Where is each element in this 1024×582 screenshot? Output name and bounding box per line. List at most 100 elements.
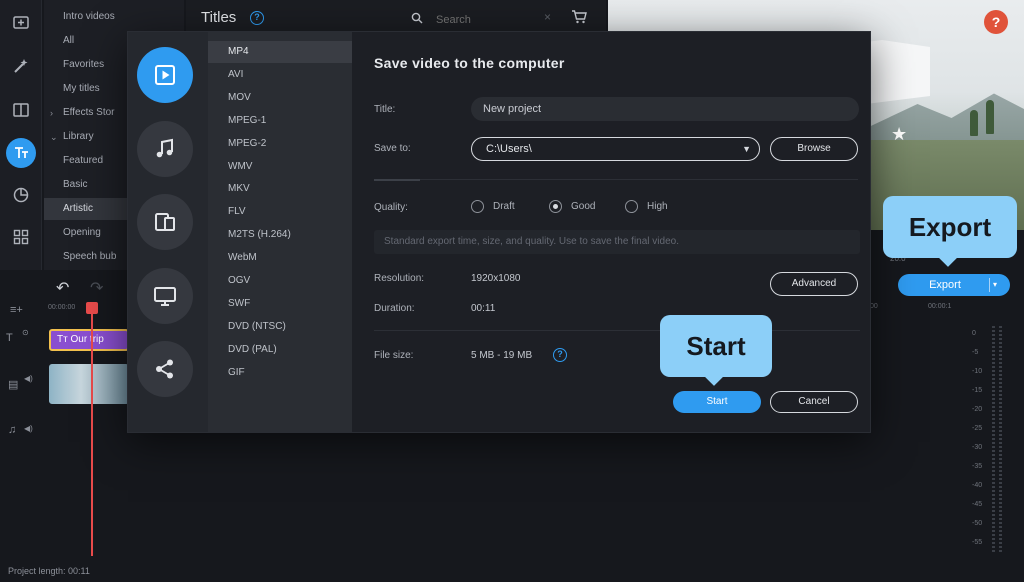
import-media-icon[interactable] bbox=[6, 7, 36, 37]
duration-value: 00:11 bbox=[471, 303, 496, 314]
library-item-label: Basic bbox=[63, 179, 88, 190]
meter-bar bbox=[999, 326, 1002, 554]
chevron-icon: › bbox=[50, 108, 53, 118]
radio-dot bbox=[625, 200, 638, 213]
title-label: Title: bbox=[374, 104, 396, 115]
video-mute-icon[interactable]: ◀) bbox=[24, 374, 33, 383]
format-item[interactable]: SWF bbox=[208, 293, 352, 315]
meter-bar bbox=[992, 326, 995, 554]
stickers-icon[interactable] bbox=[6, 180, 36, 210]
library-item[interactable]: Intro videos bbox=[44, 6, 184, 28]
help-icon[interactable]: ? bbox=[984, 10, 1008, 34]
title-clip-icon: Tт bbox=[57, 334, 68, 345]
cart-icon[interactable] bbox=[571, 10, 587, 24]
playhead[interactable] bbox=[91, 306, 93, 556]
file-size-info-icon[interactable]: ? bbox=[553, 348, 567, 362]
file-size-label: File size: bbox=[374, 350, 414, 361]
format-list: MP4 AVI MOV MPEG-1 MPEG-2 WMV MKV FLV M2TS (H.26… bbox=[208, 32, 352, 432]
meter-scale-label: -35 bbox=[972, 463, 983, 470]
format-item[interactable]: MP4 bbox=[208, 41, 352, 63]
meter-scale-label: -50 bbox=[972, 520, 983, 527]
library-item-label: Speech bub bbox=[63, 251, 117, 262]
meter-scale-label: -5 bbox=[972, 349, 979, 356]
preview-tree bbox=[970, 110, 978, 136]
ruler-time: 00:00:00 bbox=[48, 304, 76, 311]
magic-wand-icon[interactable] bbox=[6, 51, 36, 81]
quality-good-label: Good bbox=[571, 201, 596, 212]
format-item[interactable]: MKV bbox=[208, 178, 352, 200]
add-track-icon[interactable]: ≡+ bbox=[10, 304, 23, 316]
format-item[interactable]: DVD (PAL) bbox=[208, 339, 352, 361]
more-tools-icon[interactable] bbox=[6, 222, 36, 252]
export-callout-text: Export bbox=[908, 212, 992, 242]
radio-dot bbox=[471, 200, 484, 213]
music-track-icon: ♫ bbox=[8, 424, 17, 436]
library-item-label: Library bbox=[63, 131, 94, 142]
format-item[interactable]: MPEG-1 bbox=[208, 110, 352, 132]
tv-icon[interactable] bbox=[137, 268, 193, 324]
export-dropdown-icon[interactable]: ▾ bbox=[993, 274, 997, 296]
titles-heading: Titles bbox=[201, 9, 237, 26]
export-divider bbox=[989, 278, 990, 292]
library-item-label: Favorites bbox=[63, 59, 105, 70]
quality-description: Standard export time, size, and quality.… bbox=[374, 230, 860, 254]
video-clip[interactable] bbox=[49, 364, 129, 404]
format-item[interactable]: MPEG-2 bbox=[208, 133, 352, 155]
track-controls: ≡+ T ⊙ ▤ ◀) ♫ ◀) bbox=[6, 300, 40, 460]
title-track-lock-icon[interactable]: ⊙ bbox=[22, 328, 29, 337]
devices-icon[interactable] bbox=[137, 194, 193, 250]
format-item[interactable]: WebM bbox=[208, 247, 352, 269]
export-callout: Export bbox=[883, 196, 1017, 267]
save-to-select[interactable]: C:\Users\ ▼ bbox=[471, 137, 760, 161]
library-item-label: Effects Stor bbox=[63, 107, 115, 118]
save-to-value: C:\Users\ bbox=[486, 143, 532, 155]
radio-dot-selected bbox=[549, 200, 562, 213]
search-input[interactable] bbox=[436, 11, 556, 29]
format-item[interactable]: FLV bbox=[208, 201, 352, 223]
start-button[interactable]: Start bbox=[673, 391, 761, 413]
redo-icon[interactable]: ↷ bbox=[90, 278, 103, 298]
title-input[interactable] bbox=[471, 97, 859, 121]
cancel-button[interactable]: Cancel bbox=[770, 391, 858, 413]
meter-scale-label: -30 bbox=[972, 444, 983, 451]
ruler-label: 00 bbox=[870, 303, 878, 310]
search-icon bbox=[411, 12, 423, 24]
duration-label: Duration: bbox=[374, 303, 415, 314]
volume-meter: 0 -5 -10 -15 -20 -25 -30 -35 -40 -45 -50 -55 bbox=[962, 326, 1012, 556]
format-item[interactable]: DVD (NTSC) bbox=[208, 316, 352, 338]
meter-scale-label: -15 bbox=[972, 387, 983, 394]
advanced-button[interactable]: Advanced bbox=[770, 272, 858, 296]
titles-help-icon[interactable]: ? bbox=[250, 11, 264, 25]
titles-icon[interactable] bbox=[6, 138, 36, 168]
transitions-icon[interactable] bbox=[6, 95, 36, 125]
format-item[interactable]: OGV bbox=[208, 270, 352, 292]
format-item[interactable]: M2TS (H.264) bbox=[208, 224, 352, 246]
file-size-value: 5 MB - 19 MB bbox=[471, 350, 533, 361]
chevron-down-icon: ▼ bbox=[742, 144, 751, 154]
project-length: Project length: 00:11 bbox=[8, 566, 90, 576]
meter-scale-label: -45 bbox=[972, 501, 983, 508]
format-item[interactable]: GIF bbox=[208, 362, 352, 384]
title-clip[interactable]: Tт Our trip bbox=[49, 329, 129, 351]
dialog-title: Save video to the computer bbox=[374, 55, 565, 71]
video-file-icon[interactable] bbox=[137, 47, 193, 103]
audio-file-icon[interactable] bbox=[137, 121, 193, 177]
clear-search-icon[interactable]: × bbox=[544, 10, 551, 24]
format-item[interactable]: MOV bbox=[208, 87, 352, 109]
resolution-value: 1920x1080 bbox=[471, 273, 521, 284]
share-icon[interactable] bbox=[137, 341, 193, 397]
playhead-handle[interactable] bbox=[86, 302, 98, 314]
undo-icon[interactable]: ↶ bbox=[56, 278, 69, 298]
browse-button[interactable]: Browse bbox=[770, 137, 858, 161]
divider-accent bbox=[374, 179, 420, 181]
title-clip-label: Our trip bbox=[70, 334, 104, 345]
resolution-label: Resolution: bbox=[374, 273, 425, 284]
format-item[interactable]: WMV bbox=[208, 156, 352, 178]
preview-tree bbox=[986, 100, 994, 134]
video-track-icon: ▤ bbox=[8, 379, 19, 391]
music-mute-icon[interactable]: ◀) bbox=[24, 424, 33, 433]
library-item-label: My titles bbox=[63, 83, 100, 94]
export-button[interactable]: Export ▾ bbox=[898, 274, 1010, 296]
format-item[interactable]: AVI bbox=[208, 64, 352, 86]
export-type-rail bbox=[128, 32, 208, 432]
